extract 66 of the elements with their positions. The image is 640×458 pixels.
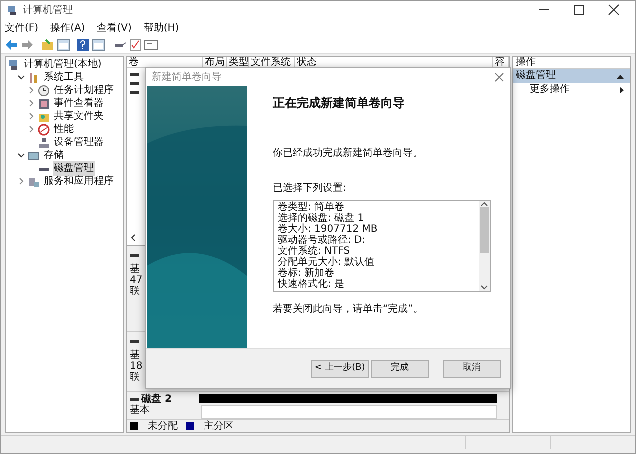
submenu-arrow-icon[interactable] <box>620 86 624 94</box>
wizard-button[interactable]: < 上一步(B) <box>311 360 369 378</box>
viewer-icon <box>38 98 50 110</box>
menu-item[interactable]: 文件(F) <box>5 20 39 36</box>
tree-item[interactable]: 共享文件夹 <box>53 109 105 124</box>
action-item[interactable]: 更多操作 <box>513 83 630 97</box>
help-icon[interactable] <box>77 39 89 51</box>
menu-item[interactable]: 操作(A) <box>50 20 86 36</box>
dialog-title: 新建简单卷向导 <box>152 70 222 84</box>
panel-icon[interactable] <box>92 39 105 51</box>
tree-item[interactable]: 任务计划程序 <box>53 83 115 98</box>
legend-label: 未分配 <box>148 420 178 434</box>
back-icon[interactable] <box>5 39 18 51</box>
tree-item[interactable]: 存储 <box>43 148 65 163</box>
console-tree-icon[interactable] <box>57 39 70 51</box>
tools-icon <box>28 72 40 84</box>
window-title: 计算机管理 <box>23 4 74 18</box>
settings-label: 已选择下列设置: <box>273 182 348 196</box>
checklist-icon[interactable] <box>130 39 141 51</box>
properties-icon[interactable] <box>144 39 158 51</box>
disk-info: 基 <box>130 350 142 361</box>
wizard-button[interactable]: 完成 <box>371 360 429 378</box>
settings-line: 快速格式化: 是 <box>278 279 346 290</box>
services-icon <box>28 176 40 188</box>
wizard-button[interactable]: 取消 <box>443 360 501 378</box>
intro-text: 你已经成功完成新建简单卷向导。 <box>273 146 424 161</box>
disk-info: 联 <box>130 372 142 383</box>
scroll-down-icon[interactable] <box>481 285 488 290</box>
tree-item[interactable]: 磁盘管理 <box>53 161 95 176</box>
tree-item[interactable]: 事件查看器 <box>53 96 105 111</box>
settings-line: 选择的磁盘: 磁盘 1 <box>278 213 366 224</box>
settings-line: 驱动器号或路径: D: <box>278 235 367 246</box>
folder-icon[interactable] <box>41 39 54 51</box>
closing-text: 若要关闭此向导，请单击“完成”。 <box>273 302 424 317</box>
disk-info: 基本 <box>130 405 152 416</box>
disk-info: 联 <box>130 286 142 297</box>
tree-item[interactable]: 计算机管理(本地) <box>23 57 103 72</box>
clock-icon <box>38 84 50 96</box>
disk-name: 磁盘 2 <box>142 394 172 405</box>
settings-line: 分配单元大小: 默认值 <box>278 257 376 268</box>
wizard-heading: 正在完成新建简单卷向导 <box>273 95 406 112</box>
settings-line: 卷大小: 1907712 MB <box>278 224 379 235</box>
settings-line: 文件系统: NTFS <box>278 246 352 257</box>
scroll-up-icon[interactable] <box>481 202 488 207</box>
menu-item[interactable]: 查看(V) <box>97 20 132 36</box>
computer-icon <box>8 58 20 70</box>
tree-item[interactable]: 设备管理器 <box>53 135 105 150</box>
menu-item[interactable]: 帮助(H) <box>144 20 180 36</box>
performance-icon <box>38 124 50 136</box>
collapse-arrow-icon[interactable] <box>617 74 624 78</box>
disk-info: 47 <box>130 275 144 286</box>
tree-item[interactable]: 系统工具 <box>43 70 85 85</box>
disk-info: 18 <box>130 361 144 372</box>
device-icon <box>38 136 50 148</box>
scroll-thumb[interactable] <box>480 207 489 253</box>
forward-icon[interactable] <box>21 39 34 51</box>
tree-item[interactable]: 服务和应用程序 <box>43 174 115 189</box>
action-item[interactable]: 磁盘管理 <box>513 69 630 83</box>
settings-line: 卷标: 新加卷 <box>278 268 336 279</box>
scroll-left-icon[interactable] <box>130 234 136 242</box>
settings-line: 卷类型: 简单卷 <box>278 202 346 213</box>
legend-label: 主分区 <box>204 420 234 434</box>
storage-icon <box>28 150 40 162</box>
tree-item[interactable]: 性能 <box>53 122 75 137</box>
app-icon <box>7 4 18 16</box>
disk-info: 基 <box>130 264 142 275</box>
